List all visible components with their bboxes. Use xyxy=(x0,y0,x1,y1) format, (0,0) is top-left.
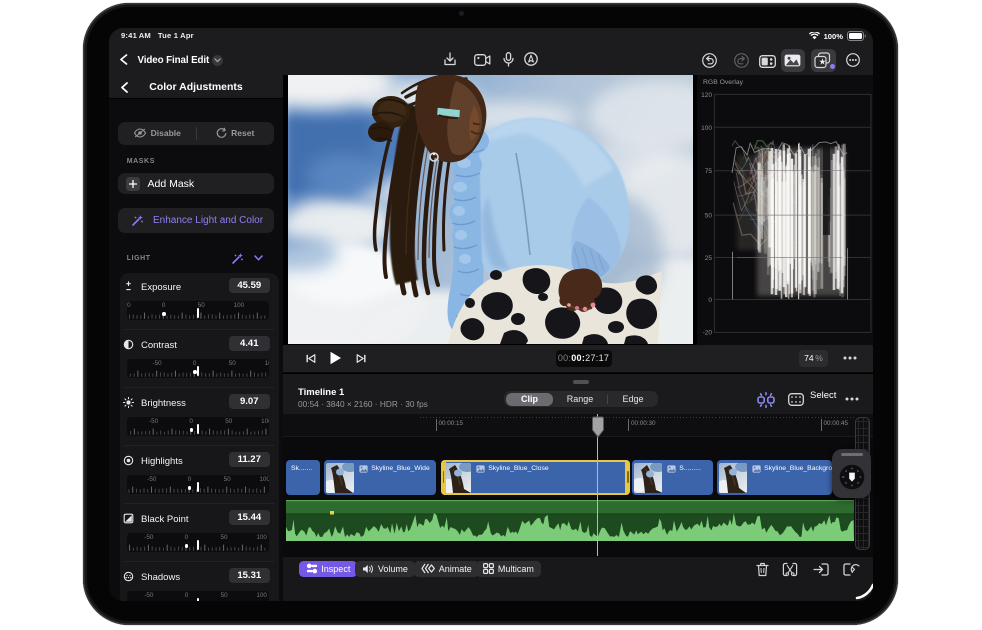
svg-text:100: 100 xyxy=(701,125,712,132)
svg-text:75: 75 xyxy=(705,168,713,175)
svg-text:50: 50 xyxy=(705,213,713,220)
svg-text:0: 0 xyxy=(708,297,712,304)
svg-text:25: 25 xyxy=(705,255,713,262)
svg-text:120: 120 xyxy=(701,92,712,99)
svg-text:-20: -20 xyxy=(703,329,713,336)
